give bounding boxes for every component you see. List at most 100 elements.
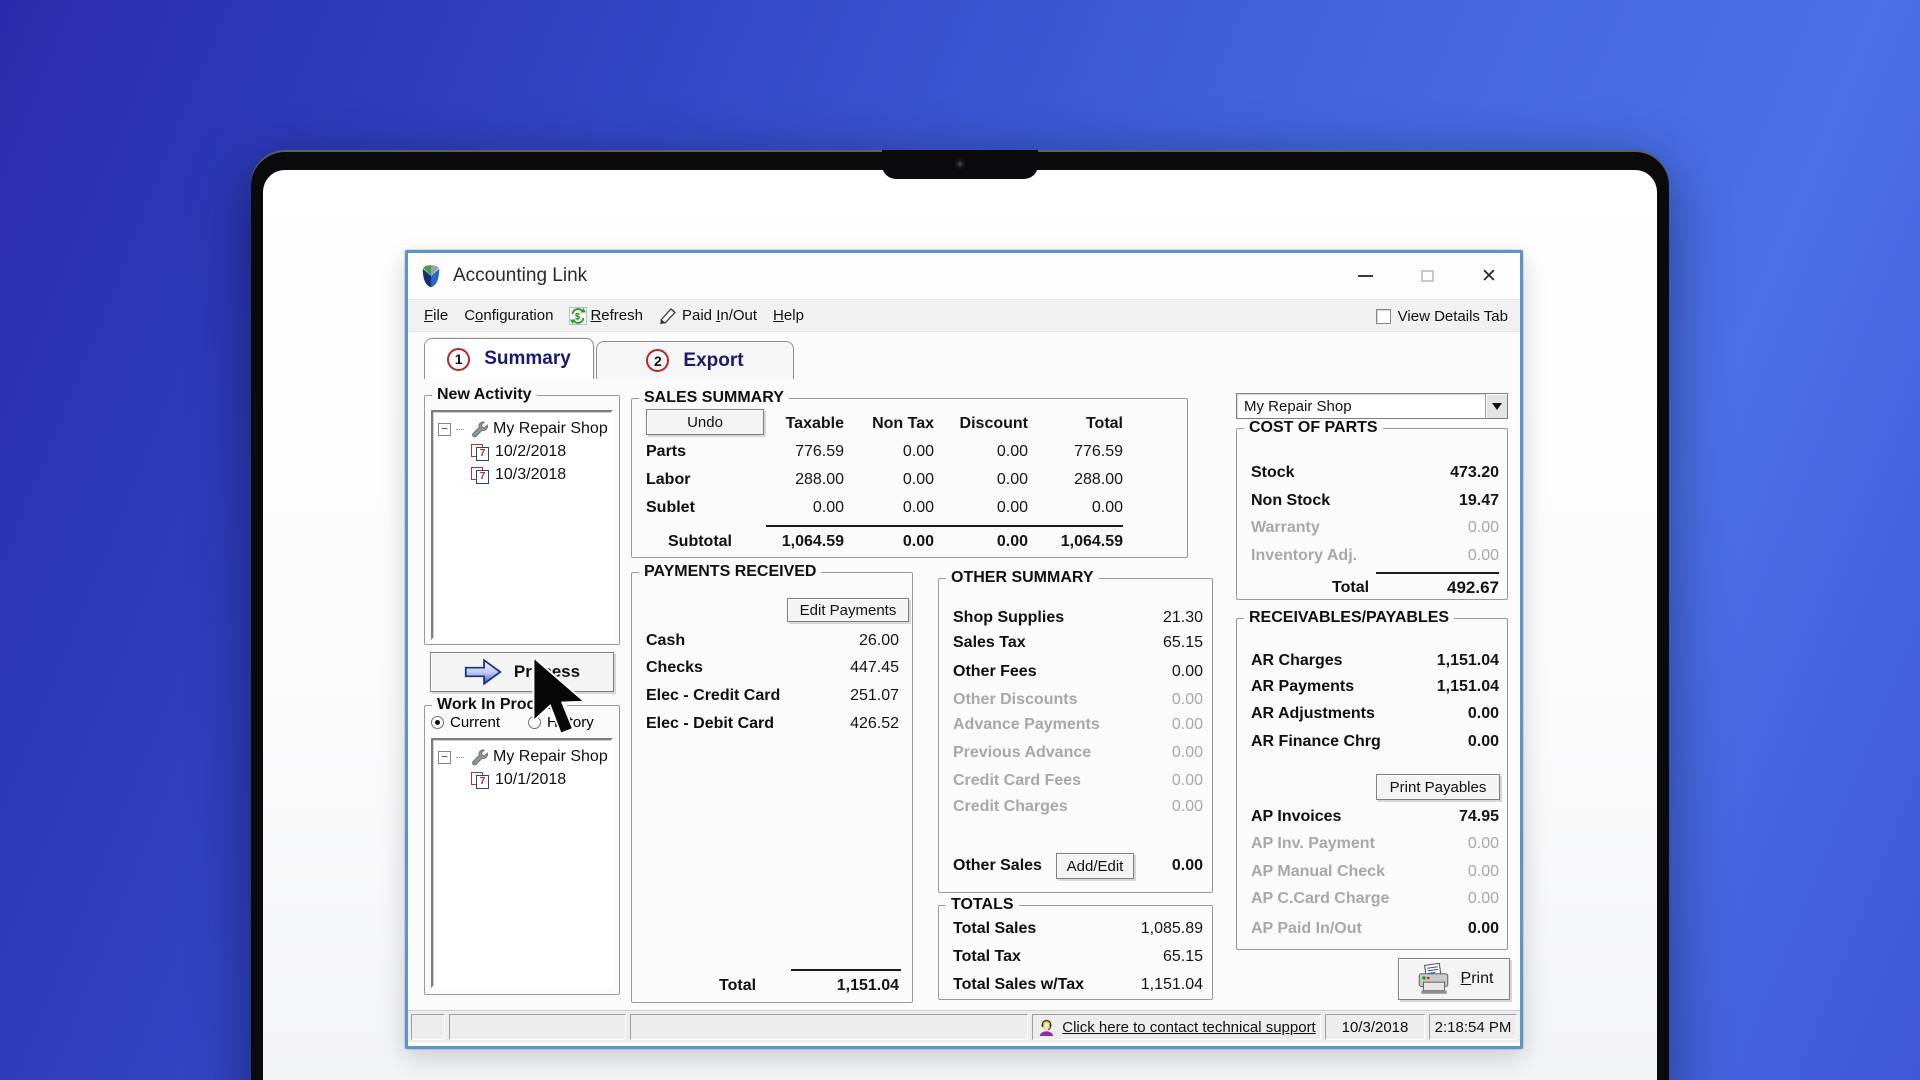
support-agent-icon bbox=[1037, 1018, 1056, 1037]
status-date: 10/3/2018 bbox=[1325, 1014, 1425, 1040]
ap-ccard-charge-row: AP C.Card Charge0.00 bbox=[1251, 887, 1499, 911]
cop-row-inventory-adj: Inventory Adj.0.00 bbox=[1251, 544, 1499, 568]
add-edit-button[interactable]: Add/Edit bbox=[1056, 853, 1134, 879]
payments-row-credit-card: Elec - Credit Card251.07 bbox=[646, 684, 899, 708]
collapse-icon[interactable]: − bbox=[438, 423, 451, 436]
other-summary-title: OTHER SUMMARY bbox=[946, 569, 1099, 587]
tree-item-shop[interactable]: − My Repair Shop bbox=[433, 746, 608, 768]
ap-manual-check-row: AP Manual Check0.00 bbox=[1251, 860, 1499, 884]
hand-writing-icon bbox=[659, 307, 679, 325]
cost-of-parts-title: COST OF PARTS bbox=[1244, 419, 1383, 437]
status-bar: Click here to contact technical support … bbox=[408, 1010, 1520, 1042]
cop-row-warranty: Warranty0.00 bbox=[1251, 516, 1499, 540]
other-summary-group: OTHER SUMMARY Shop Supplies21.30 Sales T… bbox=[938, 578, 1213, 893]
shop-selector[interactable]: My Repair Shop bbox=[1236, 393, 1508, 419]
cop-row-non-stock: Non Stock19.47 bbox=[1251, 489, 1499, 513]
daily-batch-icon: 7 bbox=[471, 444, 490, 461]
tab-summary-number: 1 bbox=[447, 348, 470, 371]
tab-summary[interactable]: 1 Summary bbox=[424, 338, 594, 379]
other-row: Other Discounts0.00 bbox=[953, 688, 1203, 712]
ar-charges-row: AR Charges1,151.04 bbox=[1251, 649, 1499, 673]
work-in-process-group: Work In Process Current History − My Rep… bbox=[424, 705, 620, 995]
tab-export[interactable]: 2 Export bbox=[596, 341, 794, 379]
payments-row-debit-card: Elec - Debit Card426.52 bbox=[646, 712, 899, 736]
payments-row-checks: Checks447.45 bbox=[646, 656, 899, 680]
new-activity-tree: − My Repair Shop 7 10/2/2018 7 10/3/2018 bbox=[431, 410, 613, 640]
daily-batch-icon: 7 bbox=[471, 467, 490, 484]
cop-total-rule bbox=[1376, 572, 1499, 574]
menu-bar: File Configuration $ Refresh bbox=[408, 299, 1520, 332]
tab-summary-label: Summary bbox=[484, 348, 571, 370]
menu-refresh[interactable]: $ Refresh bbox=[561, 304, 651, 328]
status-cell-support: Click here to contact technical support bbox=[1032, 1014, 1321, 1040]
ap-inv-payment-row: AP Inv. Payment0.00 bbox=[1251, 832, 1499, 856]
view-details-label: View Details Tab bbox=[1398, 308, 1508, 325]
totals-title: TOTALS bbox=[946, 896, 1019, 914]
sales-row-labor: Labor 288.000.00 0.00288.00 bbox=[646, 467, 1123, 493]
edit-payments-button[interactable]: Edit Payments bbox=[787, 598, 909, 622]
menu-file[interactable]: File bbox=[416, 304, 456, 327]
desktop-background: Accounting Link ✕ File Configuration $ bbox=[0, 0, 1920, 1080]
work-in-process-tree: − My Repair Shop 7 10/1/2018 bbox=[431, 738, 613, 988]
other-row: Previous Advance0.00 bbox=[953, 741, 1203, 765]
sales-row-parts: Parts 776.590.00 0.00776.59 bbox=[646, 439, 1123, 465]
refresh-dollar-icon: $ bbox=[569, 307, 587, 325]
receivables-payables-title: RECEIVABLES/PAYABLES bbox=[1244, 609, 1454, 627]
cost-of-parts-group: COST OF PARTS Stock473.20 Non Stock19.47… bbox=[1236, 428, 1508, 600]
tree-item-date[interactable]: 7 10/3/2018 bbox=[433, 464, 566, 486]
shop-selector-value: My Repair Shop bbox=[1237, 398, 1352, 415]
payments-total-row: Total1,151.04 bbox=[719, 974, 899, 998]
tab-export-label: Export bbox=[683, 350, 743, 372]
menu-help[interactable]: Help bbox=[765, 304, 812, 327]
other-row: Credit Card Fees0.00 bbox=[953, 769, 1203, 793]
chevron-down-icon bbox=[1492, 403, 1502, 410]
maximize-button[interactable] bbox=[1396, 253, 1458, 299]
menu-paid-in-out[interactable]: Paid In/Out bbox=[651, 304, 765, 328]
close-button[interactable]: ✕ bbox=[1458, 253, 1520, 299]
status-cell-empty bbox=[449, 1014, 626, 1040]
payments-row-cash: Cash26.00 bbox=[646, 629, 899, 653]
status-cell-empty bbox=[630, 1014, 1028, 1040]
menu-configuration[interactable]: Configuration bbox=[456, 304, 561, 327]
title-bar[interactable]: Accounting Link ✕ bbox=[408, 253, 1520, 299]
sales-summary-title: SALES SUMMARY bbox=[639, 389, 789, 407]
ar-adjustments-row: AR Adjustments0.00 bbox=[1251, 702, 1499, 726]
svg-text:$: $ bbox=[575, 311, 580, 321]
ap-paid-in-out-row: AP Paid In/Out0.00 bbox=[1251, 917, 1499, 941]
mouse-cursor bbox=[528, 654, 588, 743]
tree-item-date[interactable]: 7 10/2/2018 bbox=[433, 441, 566, 463]
daily-batch-icon: 7 bbox=[471, 772, 490, 789]
sales-subtotal-row: Subtotal 1,064.590.00 0.001,064.59 bbox=[646, 529, 1123, 555]
laptop-notch bbox=[882, 150, 1038, 179]
tree-item-shop[interactable]: − My Repair Shop bbox=[433, 418, 608, 440]
print-payables-button[interactable]: Print Payables bbox=[1376, 774, 1500, 800]
other-row: Advance Payments0.00 bbox=[953, 713, 1203, 737]
new-activity-title: New Activity bbox=[432, 386, 537, 404]
print-button[interactable]: Print bbox=[1398, 958, 1510, 1000]
printer-icon bbox=[1415, 963, 1453, 995]
payments-total-rule bbox=[791, 969, 901, 971]
tree-item-date[interactable]: 7 10/1/2018 bbox=[433, 769, 566, 791]
dropdown-button[interactable] bbox=[1485, 394, 1507, 418]
window-title: Accounting Link bbox=[453, 265, 587, 287]
minimize-button[interactable] bbox=[1334, 253, 1396, 299]
payments-received-title: PAYMENTS RECEIVED bbox=[639, 563, 821, 581]
current-radio[interactable] bbox=[431, 716, 444, 729]
other-row: Other Fees0.00 bbox=[953, 660, 1203, 684]
ap-invoices-row: AP Invoices74.95 bbox=[1251, 805, 1499, 829]
process-arrow-icon bbox=[464, 658, 502, 686]
totals-group: TOTALS Total Sales1,085.89 Total Tax65.1… bbox=[938, 905, 1213, 1000]
technical-support-link[interactable]: Click here to contact technical support bbox=[1062, 1019, 1315, 1036]
cop-row-stock: Stock473.20 bbox=[1251, 461, 1499, 485]
accounting-link-window: Accounting Link ✕ File Configuration $ bbox=[405, 250, 1523, 1049]
view-details-checkbox[interactable] bbox=[1376, 309, 1391, 324]
current-radio-label: Current bbox=[450, 714, 500, 731]
other-row: Sales Tax65.15 bbox=[953, 631, 1203, 655]
tab-export-number: 2 bbox=[646, 349, 669, 372]
collapse-icon[interactable]: − bbox=[438, 751, 451, 764]
totals-row-sales-with-tax: Total Sales w/Tax1,151.04 bbox=[953, 973, 1203, 997]
other-row: Credit Charges0.00 bbox=[953, 795, 1203, 819]
status-cell-empty bbox=[411, 1014, 445, 1040]
wrench-icon bbox=[469, 420, 488, 438]
totals-row-sales: Total Sales1,085.89 bbox=[953, 917, 1203, 941]
